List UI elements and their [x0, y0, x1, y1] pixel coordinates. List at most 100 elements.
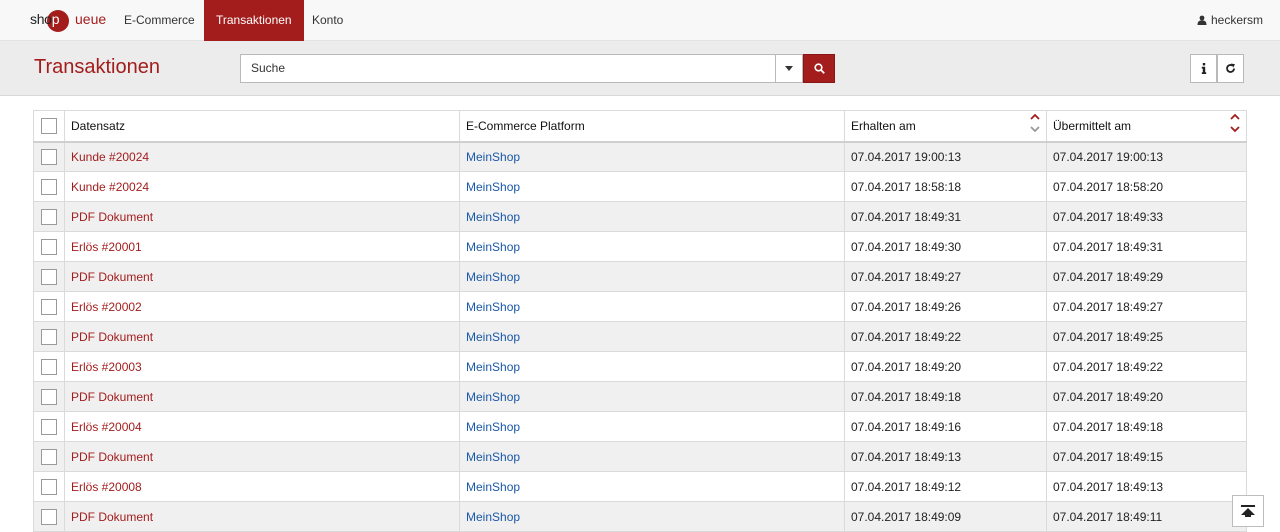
platform-link[interactable]: MeinShop — [466, 150, 520, 164]
row-checkbox[interactable] — [41, 478, 57, 495]
datensatz-link[interactable]: Erlös #20001 — [71, 240, 142, 254]
uebermittelt-cell: 07.04.2017 18:49:18 — [1046, 411, 1247, 442]
row-checkbox[interactable] — [41, 508, 57, 525]
datensatz-link[interactable]: Erlös #20004 — [71, 420, 142, 434]
table-row[interactable]: Kunde #20024 MeinShop 07.04.2017 19:00:13 0… — [33, 141, 1247, 172]
uebermittelt-cell: 07.04.2017 18:49:15 — [1046, 441, 1247, 472]
row-checkbox[interactable] — [41, 448, 57, 465]
row-checkbox[interactable] — [41, 268, 57, 285]
user-menu[interactable]: heckersm — [1197, 0, 1263, 41]
info-button[interactable] — [1190, 54, 1217, 83]
platform-link[interactable]: MeinShop — [466, 180, 520, 194]
datensatz-link[interactable]: PDF Dokument — [71, 330, 153, 344]
datensatz-link[interactable]: Erlös #20008 — [71, 480, 142, 494]
uebermittelt-cell: 07.04.2017 18:49:11 — [1046, 501, 1247, 532]
row-checkbox[interactable] — [41, 208, 57, 225]
platform-cell: MeinShop — [459, 201, 845, 232]
row-checkbox[interactable] — [41, 358, 57, 375]
erhalten-cell: 07.04.2017 18:49:09 — [844, 501, 1047, 532]
table-row[interactable]: Kunde #20024 MeinShop 07.04.2017 18:58:18 0… — [33, 171, 1247, 202]
datensatz-cell: Kunde #20024 — [64, 171, 460, 202]
datensatz-link[interactable]: PDF Dokument — [71, 510, 153, 524]
datensatz-link[interactable]: Erlös #20003 — [71, 360, 142, 374]
datensatz-cell: PDF Dokument — [64, 381, 460, 412]
erhalten-cell: 07.04.2017 18:49:16 — [844, 411, 1047, 442]
search-input[interactable]: Suche — [240, 54, 776, 83]
datensatz-cell: PDF Dokument — [64, 261, 460, 292]
table-row[interactable]: PDF Dokument MeinShop 07.04.2017 18:49:27 0… — [33, 261, 1247, 292]
datensatz-link[interactable]: PDF Dokument — [71, 390, 153, 404]
sort-toggle-icon[interactable] — [1228, 110, 1242, 136]
erhalten-cell: 07.04.2017 18:58:18 — [844, 171, 1047, 202]
platform-link[interactable]: MeinShop — [466, 390, 520, 404]
datensatz-cell: Erlös #20002 — [64, 291, 460, 322]
username: heckersm — [1210, 13, 1263, 27]
table-row[interactable]: Erlös #20002 MeinShop 07.04.2017 18:49:26 0… — [33, 291, 1247, 322]
row-checkbox[interactable] — [41, 178, 57, 195]
platform-link[interactable]: MeinShop — [466, 510, 520, 524]
datensatz-link[interactable]: Kunde #20024 — [71, 180, 149, 194]
uebermittelt-cell: 07.04.2017 18:49:31 — [1046, 231, 1247, 262]
nav-item-transaktionen[interactable]: Transaktionen — [204, 0, 304, 41]
platform-link[interactable]: MeinShop — [466, 210, 520, 224]
column-header-uebermittelt[interactable]: Übermittelt am — [1046, 110, 1247, 143]
search-button[interactable] — [803, 54, 835, 83]
table-row[interactable]: Erlös #20004 MeinShop 07.04.2017 18:49:16 0… — [33, 411, 1247, 442]
row-checkbox[interactable] — [41, 238, 57, 255]
datensatz-cell: PDF Dokument — [64, 201, 460, 232]
uebermittelt-cell: 07.04.2017 18:49:20 — [1046, 381, 1247, 412]
platform-link[interactable]: MeinShop — [466, 240, 520, 254]
datensatz-link[interactable]: PDF Dokument — [71, 270, 153, 284]
row-select-cell — [33, 141, 65, 172]
erhalten-cell: 07.04.2017 18:49:27 — [844, 261, 1047, 292]
datensatz-cell: PDF Dokument — [64, 501, 460, 532]
refresh-button[interactable] — [1217, 54, 1244, 83]
column-header-erhalten[interactable]: Erhalten am — [844, 110, 1047, 143]
row-checkbox[interactable] — [41, 148, 57, 165]
table-row[interactable]: Erlös #20001 MeinShop 07.04.2017 18:49:30 0… — [33, 231, 1247, 262]
table-row[interactable]: PDF Dokument MeinShop 07.04.2017 18:49:13 0… — [33, 441, 1247, 472]
datensatz-link[interactable]: Kunde #20024 — [71, 150, 149, 164]
table-row[interactable]: PDF Dokument MeinShop 07.04.2017 18:49:22 0… — [33, 321, 1247, 352]
row-select-cell — [33, 471, 65, 502]
row-checkbox[interactable] — [41, 388, 57, 405]
search-icon — [813, 63, 825, 74]
platform-cell: MeinShop — [459, 141, 845, 172]
search-options-dropdown[interactable] — [775, 54, 803, 83]
page-header: Transaktionen Suche — [0, 41, 1280, 96]
datensatz-link[interactable]: PDF Dokument — [71, 450, 153, 464]
table-row[interactable]: PDF Dokument MeinShop 07.04.2017 18:49:31 0… — [33, 201, 1247, 232]
row-select-cell — [33, 171, 65, 202]
platform-link[interactable]: MeinShop — [466, 300, 520, 314]
datensatz-link[interactable]: Erlös #20002 — [71, 300, 142, 314]
erhalten-cell: 07.04.2017 18:49:18 — [844, 381, 1047, 412]
platform-link[interactable]: MeinShop — [466, 270, 520, 284]
platform-link[interactable]: MeinShop — [466, 450, 520, 464]
uebermittelt-cell: 07.04.2017 18:49:25 — [1046, 321, 1247, 352]
datensatz-link[interactable]: PDF Dokument — [71, 210, 153, 224]
erhalten-cell: 07.04.2017 18:49:22 — [844, 321, 1047, 352]
platform-link[interactable]: MeinShop — [466, 330, 520, 344]
refresh-icon — [1226, 63, 1235, 73]
platform-cell: MeinShop — [459, 261, 845, 292]
shopqueue-logo[interactable]: shop ueue — [30, 9, 110, 33]
platform-link[interactable]: MeinShop — [466, 480, 520, 494]
datensatz-cell: Erlös #20004 — [64, 411, 460, 442]
platform-cell: MeinShop — [459, 411, 845, 442]
column-header-erhalten-label: Erhalten am — [851, 118, 916, 133]
platform-link[interactable]: MeinShop — [466, 420, 520, 434]
nav-item-ecommerce[interactable]: E-Commerce — [112, 0, 207, 41]
row-checkbox[interactable] — [41, 298, 57, 315]
table-row[interactable]: Erlös #20008 MeinShop 07.04.2017 18:49:12 0… — [33, 471, 1247, 502]
sort-toggle-icon[interactable] — [1028, 110, 1042, 136]
platform-link[interactable]: MeinShop — [466, 360, 520, 374]
table-row[interactable]: Erlös #20003 MeinShop 07.04.2017 18:49:20 0… — [33, 351, 1247, 382]
select-all-checkbox[interactable] — [41, 117, 57, 134]
table-header-row: Datensatz E-Commerce Platform Erhalten a… — [33, 110, 1247, 143]
row-checkbox[interactable] — [41, 418, 57, 435]
table-row[interactable]: PDF Dokument MeinShop 07.04.2017 18:49:09 0… — [33, 501, 1247, 532]
table-row[interactable]: PDF Dokument MeinShop 07.04.2017 18:49:18 0… — [33, 381, 1247, 412]
row-checkbox[interactable] — [41, 328, 57, 345]
nav-item-konto[interactable]: Konto — [300, 0, 355, 41]
scroll-to-top-button[interactable] — [1232, 495, 1264, 527]
